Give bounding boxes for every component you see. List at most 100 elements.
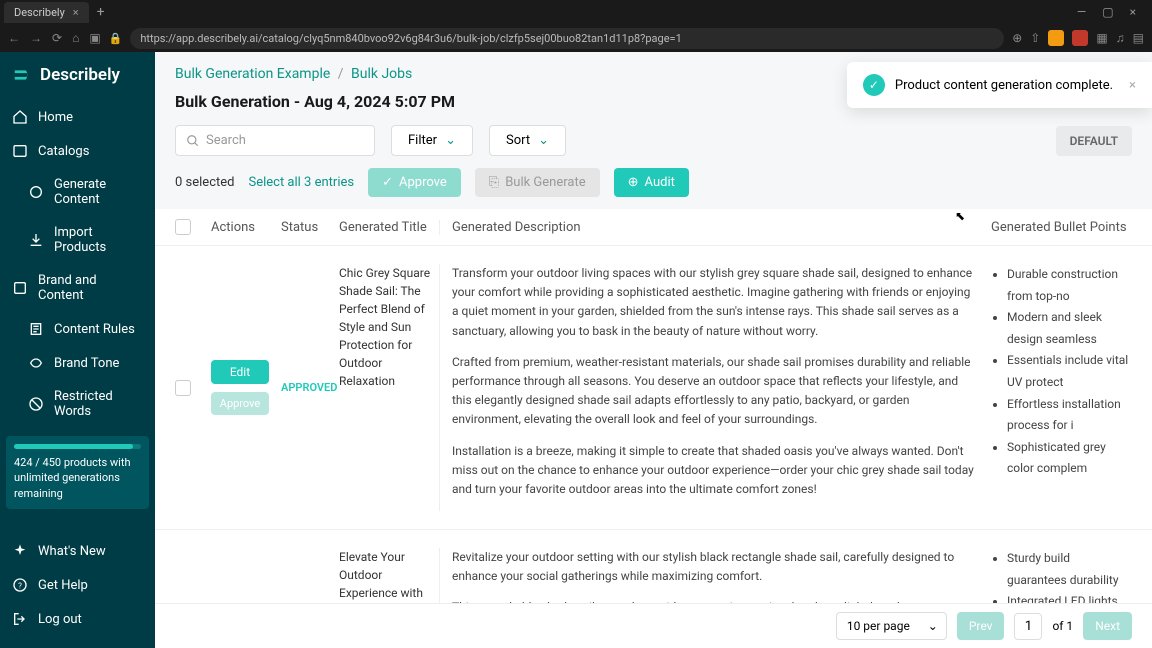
sidebar-item-label: Catalogs bbox=[38, 144, 89, 159]
sidebar-item-catalogs[interactable]: Catalogs bbox=[0, 134, 155, 168]
check-circle-icon: ✓ bbox=[863, 74, 885, 96]
bulk-generate-button[interactable]: ⎘ Bulk Generate bbox=[475, 168, 600, 197]
sidebar-item-label: Import Products bbox=[54, 225, 143, 255]
sidebar-item-label: Brand Tone bbox=[54, 356, 119, 371]
column-header: Generated Bullet Points bbox=[979, 220, 1132, 235]
breadcrumb-link[interactable]: Bulk Generation Example bbox=[175, 66, 330, 82]
catalog-icon bbox=[12, 143, 28, 159]
sidebar-item-tone[interactable]: Brand Tone bbox=[0, 346, 155, 380]
sidebar-item-logout[interactable]: Log out bbox=[0, 602, 155, 636]
approve-button[interactable]: ✓ Approve bbox=[368, 168, 461, 197]
window-maximize-icon[interactable]: ▢ bbox=[1102, 5, 1113, 19]
toolbar: Search Filter ⌄ Sort ⌄ DEFAULT bbox=[155, 125, 1152, 168]
sidebar-item-whatsnew[interactable]: What's New bbox=[0, 534, 155, 568]
new-tab-icon[interactable]: + bbox=[97, 4, 105, 20]
per-page-select[interactable]: 10 per page ⌄ bbox=[836, 612, 947, 640]
copy-icon: ⎘ bbox=[489, 175, 499, 190]
nav-back-icon[interactable]: ← bbox=[8, 31, 20, 45]
tab-title: Describely bbox=[14, 6, 65, 19]
sidebar-item-rules[interactable]: Content Rules bbox=[0, 312, 155, 346]
brand-name: Describely bbox=[40, 65, 120, 85]
table-header: Actions Status Generated Title Generated… bbox=[155, 209, 1152, 246]
breadcrumb-link[interactable]: Bulk Jobs bbox=[351, 66, 412, 82]
filter-label: Filter bbox=[408, 133, 437, 148]
chevron-down-icon: ⌄ bbox=[445, 133, 456, 148]
sidebar-item-import[interactable]: Import Products bbox=[0, 216, 155, 264]
extension-icon[interactable]: ▦ bbox=[1096, 31, 1107, 45]
extension-icon[interactable]: ▤ bbox=[1133, 31, 1144, 45]
select-all-checkbox[interactable] bbox=[175, 219, 191, 235]
approve-label: Approve bbox=[399, 175, 447, 190]
search-icon bbox=[186, 134, 200, 148]
extension-icon[interactable]: ♫ bbox=[1116, 31, 1125, 45]
logout-icon bbox=[12, 611, 28, 627]
usage-text: 424 / 450 products with unlimited genera… bbox=[14, 456, 131, 500]
bulk-generate-label: Bulk Generate bbox=[505, 175, 585, 190]
status-badge: APPROVED bbox=[281, 381, 337, 394]
url-input[interactable]: https://app.describely.ai/catalog/clyq5n… bbox=[130, 28, 1004, 49]
help-icon: ? bbox=[12, 577, 28, 593]
tab-close-icon[interactable]: × bbox=[73, 6, 79, 19]
sidebar-item-label: Generate Content bbox=[54, 177, 143, 207]
nav-forward-icon[interactable]: → bbox=[30, 31, 42, 45]
page-input[interactable] bbox=[1014, 613, 1042, 640]
sort-button[interactable]: Sort ⌄ bbox=[489, 125, 566, 156]
window-close-icon[interactable]: × bbox=[1130, 5, 1136, 19]
approve-row-button[interactable]: Approve bbox=[211, 392, 269, 415]
extension-icon[interactable] bbox=[1048, 30, 1064, 46]
sparkle-icon bbox=[12, 543, 28, 559]
edit-button[interactable]: Edit bbox=[211, 360, 269, 384]
svg-text:?: ? bbox=[18, 581, 22, 590]
sidebar-item-label: Get Help bbox=[38, 578, 88, 593]
audit-button[interactable]: ⊕ Audit bbox=[614, 168, 689, 197]
extension-icon[interactable] bbox=[1072, 30, 1088, 46]
share-icon[interactable]: ⇧ bbox=[1030, 31, 1040, 45]
sidebar: Describely Home Catalogs Generate Conten… bbox=[0, 52, 155, 648]
brand-icon bbox=[12, 280, 28, 296]
breadcrumb-separator: / bbox=[338, 66, 344, 82]
window-minimize-icon[interactable]: — bbox=[1077, 5, 1086, 19]
home-icon bbox=[12, 109, 28, 125]
sidebar-item-generate[interactable]: Generate Content bbox=[0, 168, 155, 216]
next-button[interactable]: Next bbox=[1083, 612, 1132, 640]
toast-close-icon[interactable]: × bbox=[1129, 78, 1136, 93]
column-header: Actions bbox=[211, 220, 281, 235]
column-header: Generated Description bbox=[439, 220, 979, 235]
prev-button[interactable]: Prev bbox=[957, 612, 1005, 640]
sidebar-item-label: Content Rules bbox=[54, 322, 135, 337]
zoom-icon[interactable]: ⊕ bbox=[1012, 31, 1022, 45]
search-input[interactable]: Search bbox=[175, 125, 375, 156]
sidebar-item-brand[interactable]: Brand and Content bbox=[0, 264, 155, 312]
sidebar-item-home[interactable]: Home bbox=[0, 100, 155, 134]
selected-count: 0 selected bbox=[175, 175, 234, 190]
nav-shield-icon[interactable]: ▣ bbox=[89, 31, 100, 45]
sidebar-item-help[interactable]: ? Get Help bbox=[0, 568, 155, 602]
table-row: Edit Approve APPROVED Chic Grey Square S… bbox=[155, 246, 1152, 530]
browser-tab[interactable]: Describely × bbox=[4, 2, 89, 23]
usage-box: 424 / 450 products with unlimited genera… bbox=[6, 436, 149, 509]
select-all-link[interactable]: Select all 3 entries bbox=[248, 175, 354, 190]
page-total: of 1 bbox=[1052, 619, 1073, 633]
nav-reload-icon[interactable]: ⟳ bbox=[52, 31, 62, 45]
sidebar-item-label: Home bbox=[38, 110, 73, 125]
rules-icon bbox=[28, 321, 44, 337]
row-checkbox[interactable] bbox=[175, 380, 191, 396]
restricted-icon bbox=[28, 396, 44, 412]
import-icon bbox=[28, 232, 44, 248]
sidebar-item-label: Log out bbox=[38, 612, 82, 627]
action-bar: 0 selected Select all 3 entries ✓ Approv… bbox=[155, 168, 1152, 209]
nav-home-icon[interactable]: ⌂ bbox=[72, 31, 79, 45]
default-button[interactable]: DEFAULT bbox=[1056, 126, 1132, 156]
filter-button[interactable]: Filter ⌄ bbox=[391, 125, 473, 156]
tone-icon bbox=[28, 355, 44, 371]
audit-label: Audit bbox=[645, 175, 675, 190]
generate-icon bbox=[28, 184, 44, 200]
generated-bullets: Durable construction from top-no Modern … bbox=[979, 264, 1132, 511]
logo[interactable]: Describely bbox=[0, 64, 155, 100]
sidebar-item-label: Brand and Content bbox=[38, 273, 143, 303]
toast-message: Product content generation complete. bbox=[895, 78, 1113, 93]
main-content: Bulk Generation Example / Bulk Jobs Bulk… bbox=[155, 52, 1152, 648]
sidebar-item-label: What's New bbox=[38, 544, 106, 559]
sidebar-item-restricted[interactable]: Restricted Words bbox=[0, 380, 155, 428]
generated-title: Chic Grey Square Shade Sail: The Perfect… bbox=[339, 264, 439, 511]
